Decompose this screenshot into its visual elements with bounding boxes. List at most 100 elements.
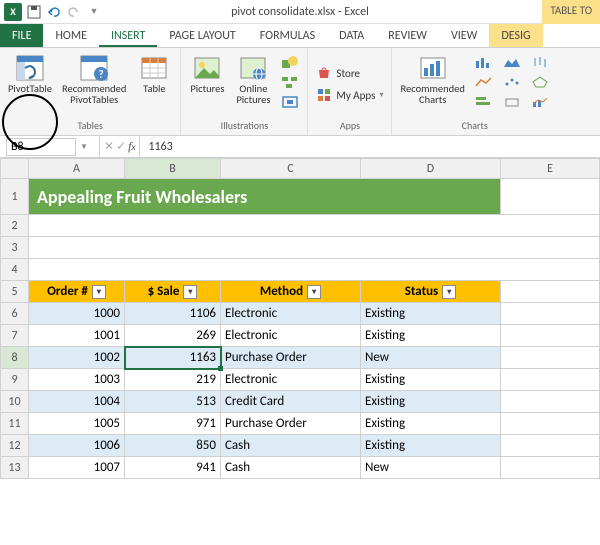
spreadsheet-grid[interactable]: A B C D E 1 Appealing Fruit Wholesalers … [0, 158, 600, 479]
column-chart-icon[interactable] [473, 53, 495, 71]
group-charts: Recommended Charts Charts [392, 48, 556, 135]
row-1: 1 Appealing Fruit Wholesalers [1, 179, 600, 215]
qat-dropdown-icon[interactable]: ▼ [86, 4, 102, 20]
scatter-chart-icon[interactable] [501, 73, 523, 91]
enter-icon[interactable]: ✓ [116, 139, 126, 154]
name-box-dropdown-icon[interactable]: ▼ [80, 142, 88, 152]
screenshot-icon[interactable] [279, 93, 301, 111]
group-illustrations: Pictures Online Pictures Illustrations [181, 48, 308, 135]
tab-formulas[interactable]: FORMULAS [248, 24, 327, 47]
recommended-pivottables-icon: ? [78, 53, 110, 83]
combo-chart-icon[interactable] [529, 93, 551, 111]
recommended-charts-label: Recommended Charts [400, 83, 464, 105]
redo-icon[interactable] [66, 4, 82, 20]
header-order[interactable]: Order #▾ [29, 281, 125, 303]
tab-view[interactable]: VIEW [439, 24, 489, 47]
col-header-e[interactable]: E [501, 159, 600, 179]
row-header-8[interactable]: 8 [1, 347, 29, 369]
row-header-3[interactable]: 3 [1, 237, 29, 259]
select-all-corner[interactable] [1, 159, 29, 179]
tab-file[interactable]: FILE [0, 24, 43, 47]
table-row: 91003219ElectronicExisting [1, 369, 600, 391]
ribbon: PivotTable ? Recommended PivotTables Tab… [0, 48, 600, 136]
recommended-pivottables-label: Recommended PivotTables [62, 83, 126, 105]
online-pictures-button[interactable]: Online Pictures [231, 50, 275, 108]
group-tables-label: Tables [78, 118, 103, 133]
myapps-button[interactable]: My Apps ▾ [312, 85, 387, 105]
undo-icon[interactable] [46, 4, 62, 20]
chart-types-col2 [499, 50, 525, 114]
tab-insert[interactable]: INSERT [99, 24, 157, 47]
filter-icon[interactable]: ▾ [442, 285, 456, 299]
table-row: 111005971Purchase OrderExisting [1, 413, 600, 435]
tab-page-layout[interactable]: PAGE LAYOUT [157, 24, 247, 47]
filter-icon[interactable]: ▾ [307, 285, 321, 299]
pictures-button[interactable]: Pictures [185, 50, 229, 97]
header-sale[interactable]: $ Sale▾ [125, 281, 221, 303]
stock-chart-icon[interactable] [529, 53, 551, 71]
other-chart-icon[interactable] [501, 93, 523, 111]
save-icon[interactable] [26, 4, 42, 20]
title-bar: X ▼ pivot consolidate.xlsx - Excel TABLE… [0, 0, 600, 24]
tab-data[interactable]: DATA [327, 24, 376, 47]
group-apps: Store My Apps ▾ Apps [308, 48, 392, 135]
cancel-icon[interactable]: ✕ [104, 139, 114, 154]
pictures-label: Pictures [190, 83, 224, 94]
col-header-b[interactable]: B [125, 159, 221, 179]
formula-bar: ▼ ✕ ✓ fx 1163 [0, 136, 600, 158]
radar-chart-icon[interactable] [529, 73, 551, 91]
myapps-label: My Apps [336, 89, 375, 102]
table-row: 610001106ElectronicExisting [1, 303, 600, 325]
store-label: Store [336, 67, 360, 80]
table-row: 121006850CashExisting [1, 435, 600, 457]
col-header-c[interactable]: C [221, 159, 361, 179]
table-button[interactable]: Table [132, 50, 176, 97]
store-button[interactable]: Store [312, 63, 364, 83]
ribbon-tabs: FILE HOME INSERT PAGE LAYOUT FORMULAS DA… [0, 24, 600, 48]
pivottable-icon [14, 53, 46, 83]
smartart-icon[interactable] [279, 73, 301, 91]
tab-review[interactable]: REVIEW [376, 24, 439, 47]
row-header-5[interactable]: 5 [1, 281, 29, 303]
table-row: 131007941CashNew [1, 457, 600, 479]
col-header-d[interactable]: D [361, 159, 501, 179]
pivottable-label: PivotTable [8, 83, 52, 94]
name-box-input[interactable] [6, 138, 76, 156]
name-box[interactable]: ▼ [0, 136, 100, 157]
area-chart-icon[interactable] [501, 53, 523, 71]
bar-chart-icon[interactable] [473, 93, 495, 111]
row-header-1[interactable]: 1 [1, 179, 29, 215]
recommended-pivottables-button[interactable]: ? Recommended PivotTables [58, 50, 130, 108]
pivottable-button[interactable]: PivotTable [4, 50, 56, 97]
group-apps-label: Apps [340, 118, 360, 133]
col-header-a[interactable]: A [29, 159, 125, 179]
formula-input[interactable]: 1163 [140, 140, 600, 154]
window-title: pivot consolidate.xlsx - Excel [231, 5, 369, 19]
cell[interactable] [501, 179, 600, 215]
row-header-2[interactable]: 2 [1, 215, 29, 237]
table-label: Table [143, 83, 165, 94]
filter-icon[interactable]: ▾ [92, 285, 106, 299]
recommended-charts-icon [417, 53, 449, 83]
tab-design[interactable]: DESIG [489, 24, 542, 47]
quick-access-toolbar: X ▼ [0, 3, 102, 21]
shapes-icon[interactable] [279, 53, 301, 71]
banner-cell[interactable]: Appealing Fruit Wholesalers [29, 179, 501, 215]
online-pictures-icon [237, 53, 269, 83]
chart-types-col3 [527, 50, 553, 114]
formula-buttons: ✕ ✓ fx [100, 136, 140, 157]
header-method[interactable]: Method▾ [221, 281, 361, 303]
dropdown-icon: ▾ [379, 90, 383, 100]
recommended-charts-button[interactable]: Recommended Charts [396, 50, 468, 108]
row-header-4[interactable]: 4 [1, 259, 29, 281]
store-icon [316, 65, 332, 81]
shapes-more [277, 50, 303, 114]
line-chart-icon[interactable] [473, 73, 495, 91]
active-cell[interactable]: 1163 [125, 347, 221, 369]
fx-icon[interactable]: fx [128, 139, 135, 154]
tab-home[interactable]: HOME [43, 24, 99, 47]
table-row: 810021163Purchase OrderNew [1, 347, 600, 369]
header-status[interactable]: Status▾ [361, 281, 501, 303]
group-illustrations-label: Illustrations [221, 118, 269, 133]
filter-icon[interactable]: ▾ [183, 285, 197, 299]
